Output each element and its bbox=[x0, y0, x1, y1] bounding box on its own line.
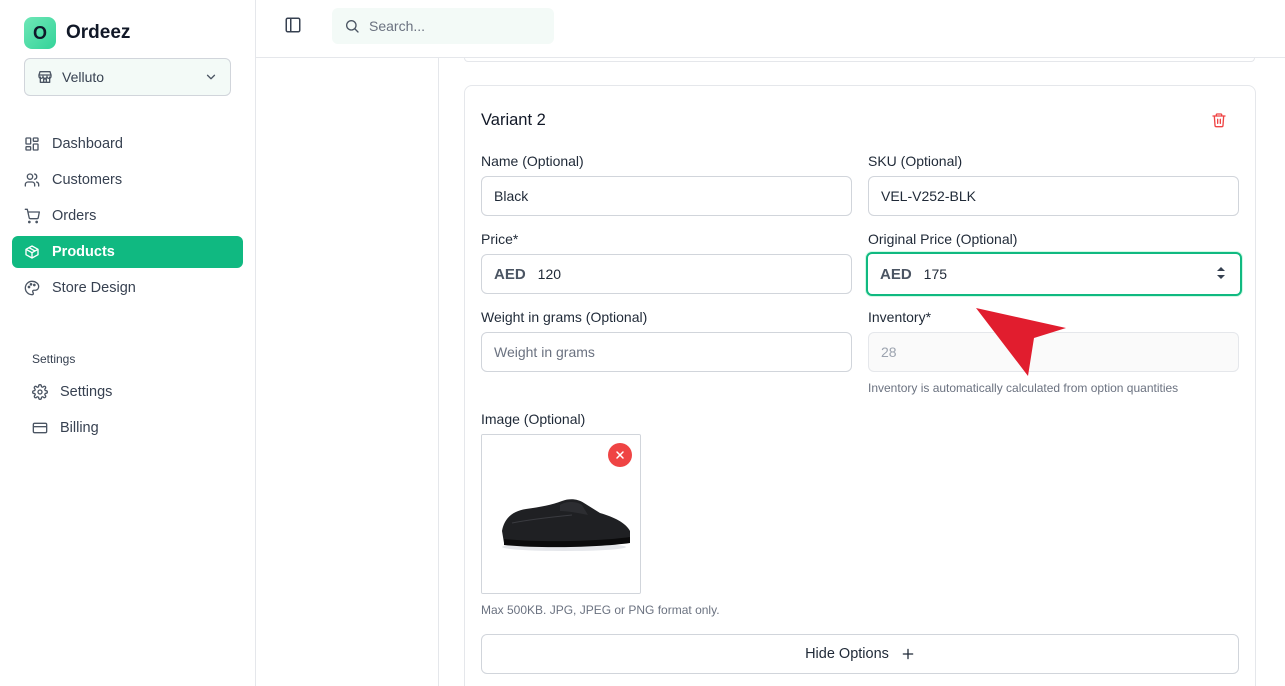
original-price-field[interactable]: AED bbox=[866, 252, 1242, 296]
box-icon bbox=[25, 245, 39, 259]
hide-options-button[interactable]: Hide Options bbox=[481, 634, 1239, 674]
previous-variant-card-edge bbox=[464, 58, 1255, 62]
variant-image-preview[interactable] bbox=[481, 434, 641, 594]
brand-logo: O bbox=[24, 17, 56, 49]
number-stepper-icon[interactable] bbox=[1216, 265, 1226, 281]
settings-section-label: Settings bbox=[32, 352, 76, 366]
inventory-input bbox=[881, 344, 1238, 360]
sku-field[interactable] bbox=[868, 176, 1239, 216]
image-helper-text: Max 500KB. JPG, JPEG or PNG format only. bbox=[481, 603, 720, 617]
panel-left-icon bbox=[285, 17, 301, 33]
app-root: O Ordeez Velluto Dashboard Customers Ord… bbox=[0, 0, 1285, 686]
brand[interactable]: O Ordeez bbox=[24, 17, 130, 49]
weight-field[interactable] bbox=[481, 332, 852, 372]
plus-icon bbox=[902, 648, 914, 660]
nav-item-label: Dashboard bbox=[52, 136, 123, 152]
main-nav: Dashboard Customers Orders Products Stor… bbox=[12, 128, 243, 308]
nav-item-orders[interactable]: Orders bbox=[12, 200, 243, 232]
settings-nav: Settings Billing bbox=[20, 376, 243, 448]
gear-icon bbox=[32, 384, 48, 400]
price-label: Price* bbox=[481, 231, 519, 247]
weight-input[interactable] bbox=[494, 344, 851, 360]
nav-item-label: Store Design bbox=[52, 280, 136, 296]
nav-item-settings[interactable]: Settings bbox=[20, 376, 243, 408]
name-label: Name (Optional) bbox=[481, 153, 584, 169]
price-currency-prefix: AED bbox=[494, 265, 526, 283]
variant-card: Variant 2 Name (Optional) SKU (Optional)… bbox=[464, 85, 1256, 686]
search-box[interactable] bbox=[332, 8, 554, 44]
variant-title: Variant 2 bbox=[481, 111, 546, 129]
sku-input[interactable] bbox=[881, 188, 1238, 204]
close-icon bbox=[616, 451, 624, 459]
topbar bbox=[256, 0, 1285, 58]
nav-item-store-design[interactable]: Store Design bbox=[12, 272, 243, 304]
sidebar: O Ordeez Velluto Dashboard Customers Ord… bbox=[0, 0, 256, 686]
nav-item-label: Customers bbox=[52, 172, 123, 188]
weight-label: Weight in grams (Optional) bbox=[481, 309, 648, 325]
sidebar-toggle-button[interactable] bbox=[284, 16, 304, 36]
store-icon bbox=[38, 71, 52, 83]
trash-icon bbox=[1212, 113, 1226, 128]
store-selector-value: Velluto bbox=[62, 69, 105, 85]
brand-name: Ordeez bbox=[66, 22, 131, 43]
nav-item-label: Products bbox=[52, 244, 115, 260]
users-icon bbox=[24, 173, 40, 187]
delete-variant-button[interactable] bbox=[1211, 112, 1227, 128]
image-label: Image (Optional) bbox=[481, 411, 586, 427]
original-price-input[interactable] bbox=[923, 266, 1240, 282]
store-selector[interactable]: Velluto bbox=[24, 58, 231, 96]
hide-options-label: Hide Options bbox=[805, 646, 889, 662]
nav-item-billing[interactable]: Billing bbox=[20, 412, 243, 444]
nav-item-products[interactable]: Products bbox=[12, 236, 243, 268]
nav-item-customers[interactable]: Customers bbox=[12, 164, 243, 196]
inventory-field bbox=[868, 332, 1239, 372]
name-field[interactable] bbox=[481, 176, 852, 216]
credit-card-icon bbox=[32, 422, 48, 434]
nav-item-label: Orders bbox=[52, 208, 97, 224]
remove-image-button[interactable] bbox=[608, 443, 632, 467]
search-input[interactable] bbox=[369, 18, 539, 34]
original-price-currency-prefix: AED bbox=[880, 265, 912, 283]
original-price-label: Original Price (Optional) bbox=[868, 231, 1018, 247]
nav-item-label: Billing bbox=[60, 420, 99, 436]
search-icon bbox=[346, 20, 359, 33]
sku-label: SKU (Optional) bbox=[868, 153, 963, 169]
chevron-down-icon bbox=[206, 74, 216, 80]
palette-icon bbox=[24, 280, 40, 296]
inventory-helper-text: Inventory is automatically calculated fr… bbox=[868, 381, 1179, 395]
nav-item-label: Settings bbox=[60, 384, 113, 400]
price-input[interactable] bbox=[537, 266, 851, 282]
inventory-label: Inventory* bbox=[868, 309, 932, 325]
name-input[interactable] bbox=[494, 188, 851, 204]
nav-item-dashboard[interactable]: Dashboard bbox=[12, 128, 243, 160]
price-field[interactable]: AED bbox=[481, 254, 852, 294]
layout-grid-icon bbox=[25, 137, 39, 151]
cart-icon bbox=[24, 208, 40, 224]
